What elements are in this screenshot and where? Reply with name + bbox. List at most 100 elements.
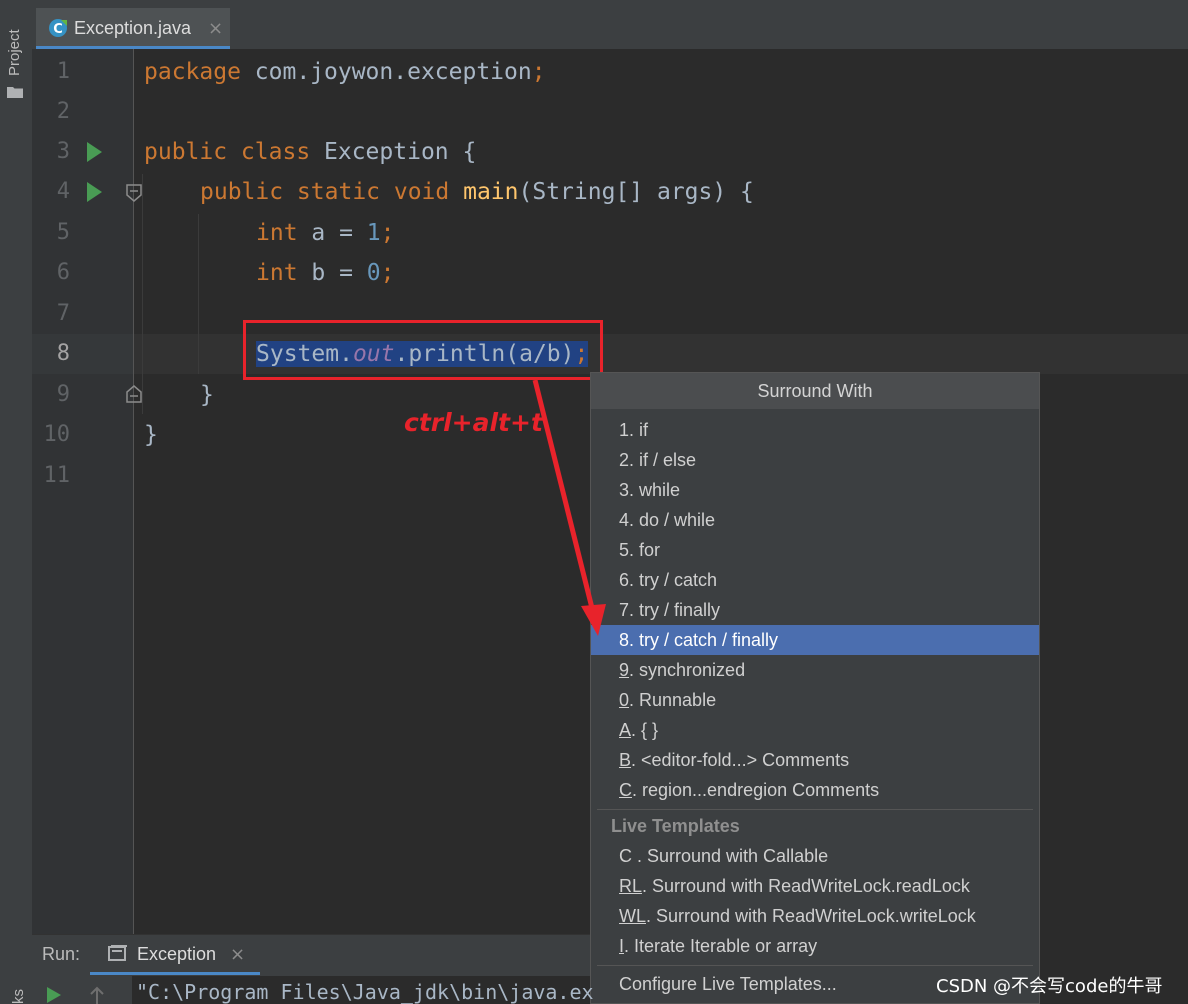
live-templates-heading: Live Templates (611, 816, 740, 836)
surround-with-popup: Surround With 1. if 2. if / else 3. whil… (590, 372, 1040, 1004)
code-line-10: } (144, 415, 158, 455)
menu-item-try-catch[interactable]: 6. try / catch (591, 565, 1039, 595)
fold-end-icon[interactable] (125, 384, 143, 404)
menu-item-for[interactable]: 5. for (591, 535, 1039, 565)
popup-title: Surround With (591, 373, 1039, 409)
menu-item-label: . Iterate Iterable or array (624, 936, 818, 956)
keyword: int (256, 220, 298, 246)
menu-item-region[interactable]: C. region...endregion Comments (591, 775, 1039, 805)
menu-item-runnable[interactable]: 0. Runnable (591, 685, 1039, 715)
menu-item-label: 7. try / finally (619, 600, 721, 620)
fold-collapse-icon[interactable] (125, 183, 143, 203)
run-class-icon[interactable] (85, 141, 103, 163)
menu-item-label: C . Surround with Callable (619, 846, 829, 866)
run-console: "C:\Program Files\Java_jdk\bin\java.ex (32, 976, 594, 1004)
menu-item-if[interactable]: 1. if (591, 415, 1039, 445)
menu-item-writelock[interactable]: WL. Surround with ReadWriteLock.writeLoc… (591, 901, 1039, 931)
gutter-separator (133, 49, 134, 934)
title-strip (32, 0, 1188, 8)
tab-exception-java[interactable]: C Exception.java × (36, 8, 230, 49)
class-decl: Exception { (310, 139, 477, 165)
menu-item-while[interactable]: 3. while (591, 475, 1039, 505)
semicolon: ; (380, 220, 395, 246)
indent-guide (198, 214, 199, 374)
run-tab-label: Exception (137, 944, 217, 964)
var-decl: b = (297, 260, 367, 286)
run-main-icon[interactable] (85, 181, 103, 203)
menu-item-iterate[interactable]: I. Iterate Iterable or array (591, 931, 1039, 961)
mnemonic: WL (619, 906, 646, 926)
code-line-3: public class Exception { (144, 132, 476, 172)
menu-item-try-catch-finally[interactable]: 8. try / catch / finally (591, 625, 1039, 655)
menu-item-synchronized[interactable]: 9. synchronized (591, 655, 1039, 685)
keyword: package (144, 59, 241, 85)
method-name: main (463, 179, 519, 205)
package-name: com.joywon.exception (240, 59, 532, 85)
closing-brace: } (144, 422, 158, 448)
menu-item-label: 2. if / else (619, 450, 697, 470)
line-number: 5 (56, 220, 70, 245)
line-number: 4 (56, 179, 70, 204)
code-line-5: int a = 1; (256, 213, 395, 253)
mnemonic: 9 (619, 660, 630, 680)
line-number: 8 (56, 341, 70, 366)
menu-item-if-else[interactable]: 2. if / else (591, 445, 1039, 475)
menu-item-label: . synchronized (629, 660, 746, 680)
menu-separator (597, 809, 1033, 810)
line-number: 6 (56, 260, 70, 285)
menu-item-label: 8. try / catch / finally (619, 630, 779, 650)
menu-item-label: 6. try / catch (619, 570, 718, 590)
watermark: CSDN @不会写code的牛哥 (936, 976, 1163, 997)
project-tool-tab[interactable]: Project (4, 14, 28, 104)
menu-item-braces[interactable]: A. { } (591, 715, 1039, 745)
shortcut-annotation: ctrl+alt+t (404, 408, 543, 437)
menu-item-editor-fold[interactable]: B. <editor-fold...> Comments (591, 745, 1039, 775)
folder-icon (7, 87, 23, 98)
menu-item-do-while[interactable]: 4. do / while (591, 505, 1039, 535)
menu-item-label: . Surround with ReadWriteLock.readLock (642, 876, 970, 896)
rerun-icon[interactable] (46, 986, 62, 1004)
menu-item-callable[interactable]: C . Surround with Callable (591, 841, 1039, 871)
var-decl: a = (297, 220, 367, 246)
editor-tab-bar: C Exception.java × (32, 8, 1188, 50)
run-tool-header: Run: Exception × (32, 934, 590, 977)
menu-item-try-finally[interactable]: 7. try / finally (591, 595, 1039, 625)
line-number: 9 (56, 382, 70, 407)
line-number: 10 (43, 422, 71, 447)
line-number: 2 (56, 99, 70, 124)
mnemonic: 0 (619, 690, 630, 710)
indent-guide (142, 174, 143, 414)
console-output: "C:\Program Files\Java_jdk\bin\java.ex (136, 980, 594, 1004)
bookmarks-tool-label[interactable]: ks (10, 989, 27, 1004)
console-icon (108, 945, 127, 961)
project-tool-label: Project (6, 29, 23, 76)
menu-item-label: 3. while (619, 480, 681, 500)
code-line-4: public static void main(String[] args) { (200, 172, 754, 212)
run-tab-exception[interactable]: Exception × (90, 935, 260, 975)
menu-item-label: Configure Live Templates... (619, 974, 837, 994)
menu-item-label: 4. do / while (619, 510, 716, 530)
close-icon[interactable]: × (208, 18, 223, 39)
arrow-up-icon[interactable] (88, 986, 106, 1004)
mnemonic: RL (619, 876, 643, 896)
line-number: 7 (56, 301, 70, 326)
keyword: public static void (200, 179, 450, 205)
console-toolbar (32, 976, 132, 1004)
method-params: (String[] args) { (518, 179, 754, 205)
java-class-icon: C (49, 19, 67, 37)
menu-item-readlock[interactable]: RL. Surround with ReadWriteLock.readLock (591, 871, 1039, 901)
menu-item-label: . region...endregion Comments (632, 780, 880, 800)
menu-item-label: . Runnable (629, 690, 717, 710)
menu-separator (597, 965, 1033, 966)
keyword: public class (144, 139, 311, 165)
tab-label: Exception.java (74, 18, 192, 38)
mnemonic: C (619, 780, 632, 800)
number-literal: 0 (366, 260, 381, 286)
close-icon[interactable]: × (230, 944, 245, 965)
semicolon: ; (531, 59, 546, 85)
mnemonic: B (619, 750, 632, 770)
number-literal: 1 (366, 220, 381, 246)
semicolon: ; (380, 260, 395, 286)
menu-item-label: . { } (631, 720, 659, 740)
run-label: Run: (42, 944, 81, 964)
